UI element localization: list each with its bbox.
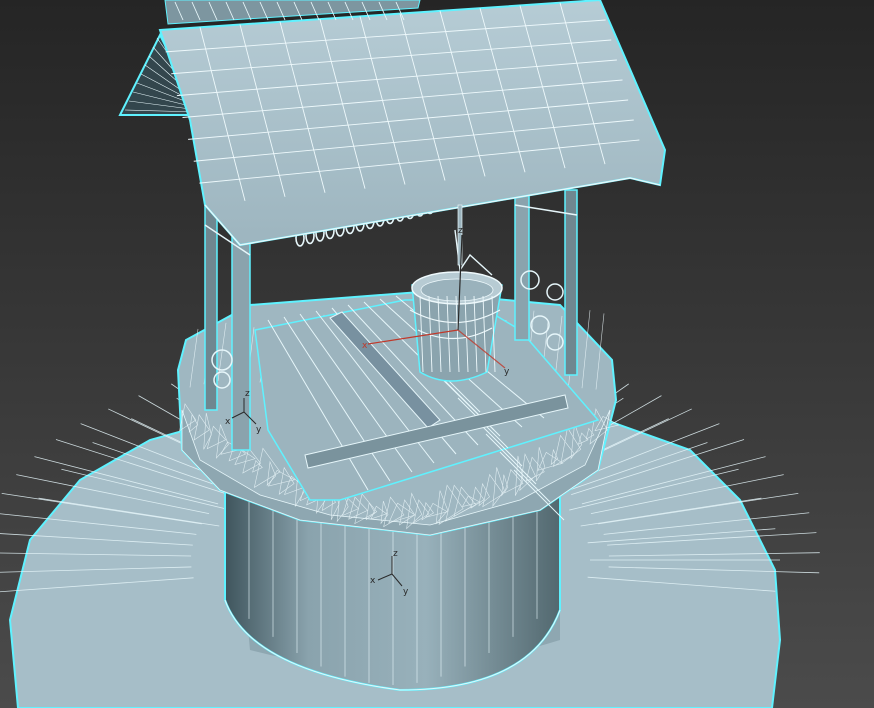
3d-viewport[interactable]: x y z z x y z x y [0, 0, 874, 708]
gizmo-shaft-x-label: x [370, 576, 376, 586]
gizmo-post-y-label: y [256, 425, 262, 435]
gizmo-bucket-z-label: z [458, 226, 463, 236]
scene-canvas[interactable]: x y z z x y z x y [0, 0, 874, 708]
gizmo-post-z-label: z [245, 389, 250, 399]
post-right-front [514, 189, 530, 341]
gizmo-bucket-x-label: x [362, 341, 368, 351]
gizmo-shaft-y-label: y [403, 587, 409, 597]
post-right-back [564, 189, 578, 376]
gizmo-bucket-y-label: y [504, 367, 510, 377]
gizmo-post-x-label: x [225, 417, 231, 427]
gizmo-shaft-z-label: z [393, 549, 398, 559]
